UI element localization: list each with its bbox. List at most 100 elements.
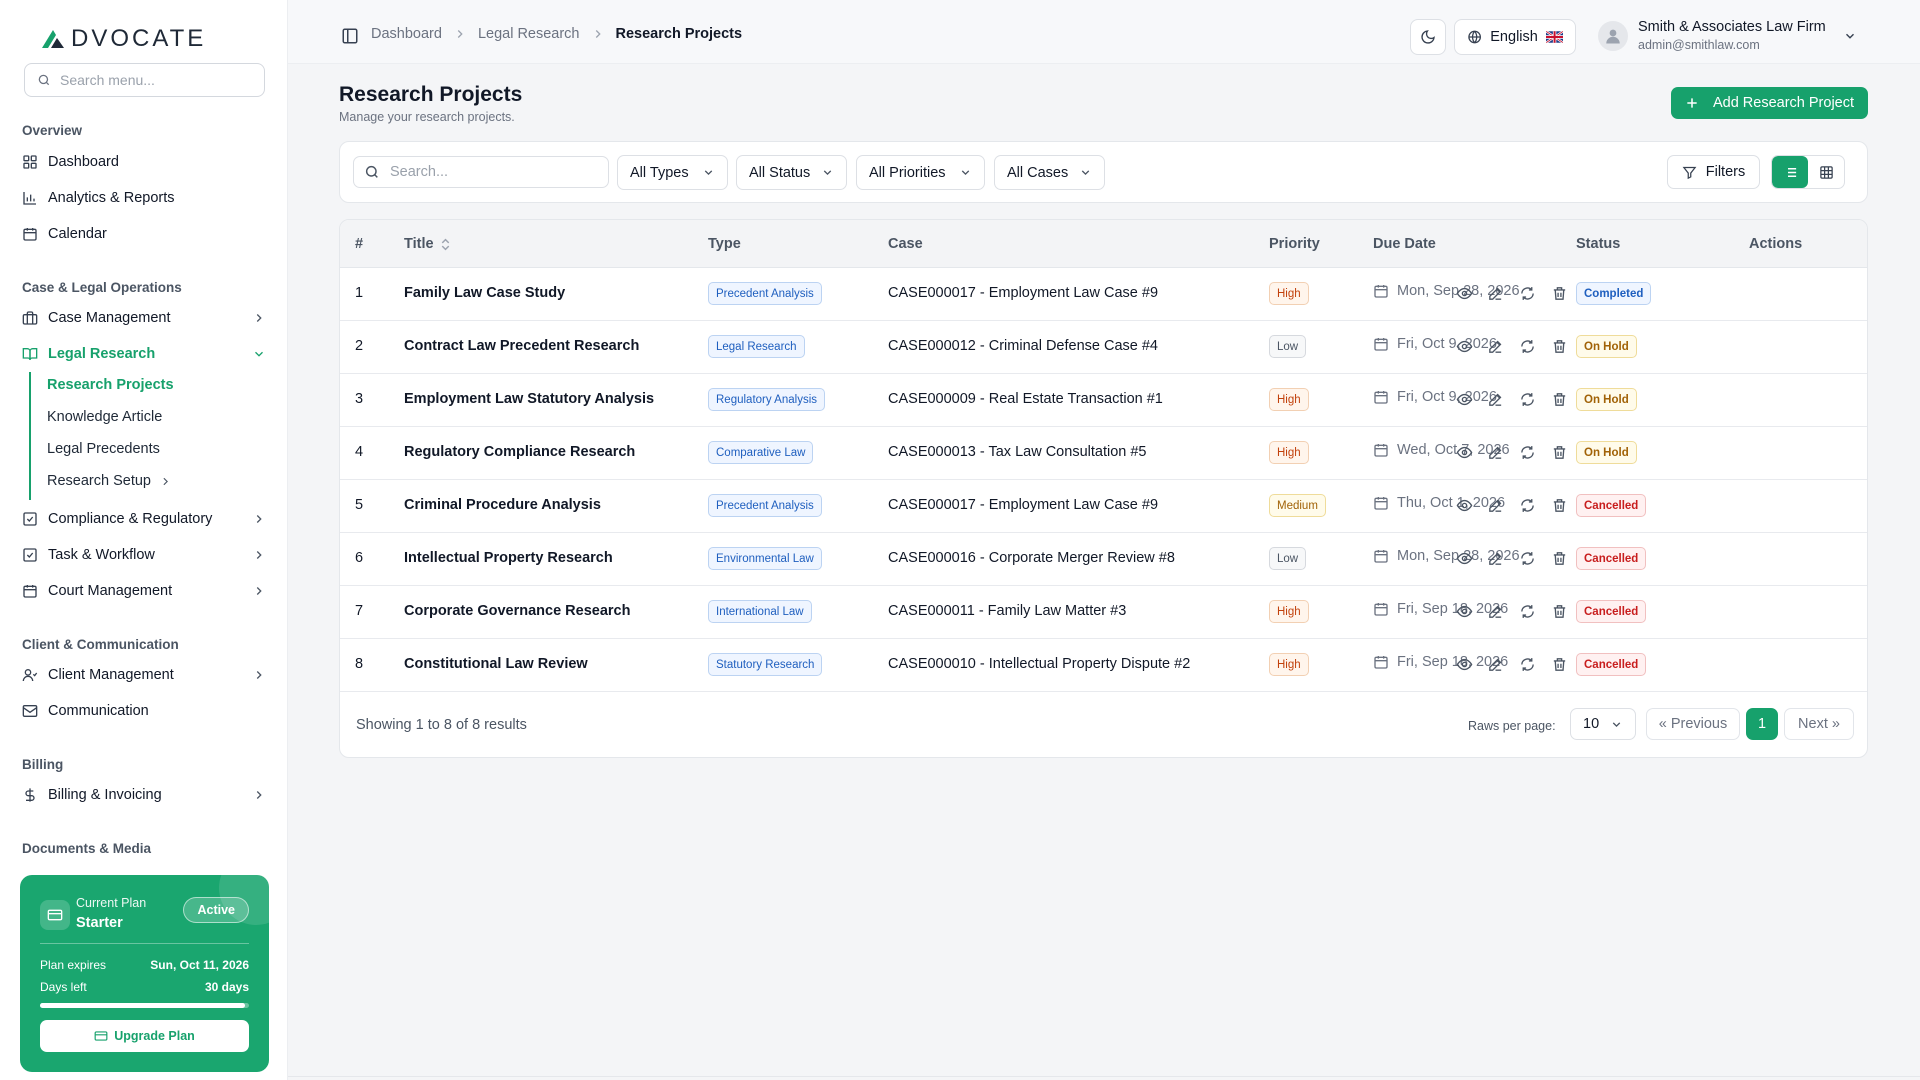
refresh-icon[interactable]: [1519, 497, 1536, 514]
user-firm-name[interactable]: Smith & Associates Law Firm: [1638, 19, 1826, 35]
project-title[interactable]: Family Law Case Study: [404, 285, 565, 301]
next-page-button[interactable]: Next »: [1784, 708, 1854, 740]
column-header-title[interactable]: Title: [404, 236, 451, 252]
filters-button[interactable]: Filters: [1667, 155, 1760, 189]
add-research-project-button[interactable]: Add Research Project: [1671, 87, 1868, 119]
refresh-icon[interactable]: [1519, 603, 1536, 620]
project-title[interactable]: Constitutional Law Review: [404, 656, 588, 672]
trash-icon[interactable]: [1551, 444, 1568, 461]
sidebar-search-input[interactable]: Search menu...: [24, 63, 265, 97]
eye-icon[interactable]: [1456, 603, 1473, 620]
breadcrumb-dashboard[interactable]: Dashboard: [371, 26, 442, 42]
refresh-icon[interactable]: [1519, 444, 1536, 461]
page-1-button[interactable]: 1: [1746, 708, 1778, 740]
plan-divider: [40, 943, 249, 944]
sidebar-toggle-icon[interactable]: [341, 27, 359, 45]
case-filter-select[interactable]: All Cases: [994, 155, 1105, 190]
status-badge: Cancelled: [1576, 547, 1647, 570]
trash-icon[interactable]: [1551, 285, 1568, 302]
eye-icon[interactable]: [1456, 550, 1473, 567]
sidebar-item-compliance[interactable]: Compliance & Regulatory: [22, 505, 268, 533]
sidebar-subitem-research-projects[interactable]: Research Projects: [47, 377, 174, 393]
project-title[interactable]: Corporate Governance Research: [404, 603, 630, 619]
refresh-icon[interactable]: [1519, 550, 1536, 567]
trash-icon[interactable]: [1551, 338, 1568, 355]
trash-icon[interactable]: [1551, 550, 1568, 567]
edit-icon[interactable]: [1487, 444, 1504, 461]
edit-icon[interactable]: [1487, 497, 1504, 514]
theme-toggle-button[interactable]: [1410, 19, 1446, 55]
sidebar-subitem-legal-precedents[interactable]: Legal Precedents: [47, 441, 160, 457]
list-view-button[interactable]: [1772, 156, 1808, 188]
briefcase-icon: [22, 311, 38, 325]
eye-icon[interactable]: [1456, 444, 1473, 461]
refresh-icon[interactable]: [1519, 656, 1536, 673]
section-client-communication: Client & Communication: [22, 637, 179, 652]
eye-icon[interactable]: [1456, 391, 1473, 408]
project-title[interactable]: Intellectual Property Research: [404, 550, 613, 566]
case-link[interactable]: CASE000013 - Tax Law Consultation #5: [888, 444, 1146, 460]
sidebar-item-billing-invoicing[interactable]: Billing & Invoicing: [22, 781, 268, 809]
refresh-icon[interactable]: [1519, 338, 1536, 355]
language-selector[interactable]: English: [1454, 19, 1576, 55]
app-logo[interactable]: DVOCATE: [40, 24, 206, 54]
trash-icon[interactable]: [1551, 497, 1568, 514]
breadcrumb-legal-research[interactable]: Legal Research: [478, 26, 580, 42]
case-link[interactable]: CASE000016 - Corporate Merger Review #8: [888, 550, 1175, 566]
trash-icon[interactable]: [1551, 603, 1568, 620]
project-title[interactable]: Regulatory Compliance Research: [404, 444, 635, 460]
trash-icon[interactable]: [1551, 391, 1568, 408]
sidebar-item-case-management[interactable]: Case Management: [22, 304, 268, 332]
case-link[interactable]: CASE000012 - Criminal Defense Case #4: [888, 338, 1158, 354]
project-title[interactable]: Employment Law Statutory Analysis: [404, 391, 654, 407]
sidebar-item-client-management[interactable]: Client Management: [22, 661, 268, 689]
moon-icon: [1421, 30, 1435, 44]
sidebar-item-legal-research[interactable]: Legal Research: [22, 340, 268, 368]
sidebar-item-dashboard[interactable]: Dashboard: [22, 148, 268, 176]
priority-filter-select[interactable]: All Priorities: [856, 155, 985, 190]
type-filter-select[interactable]: All Types: [617, 155, 728, 190]
sidebar-item-analytics[interactable]: Analytics & Reports: [22, 184, 268, 212]
upgrade-plan-button[interactable]: Upgrade Plan: [40, 1020, 249, 1052]
edit-icon[interactable]: [1487, 656, 1504, 673]
previous-page-button[interactable]: « Previous: [1646, 708, 1740, 740]
chevron-right-icon: [256, 515, 262, 523]
eye-icon[interactable]: [1456, 497, 1473, 514]
refresh-icon[interactable]: [1519, 285, 1536, 302]
case-link[interactable]: CASE000009 - Real Estate Transaction #1: [888, 391, 1163, 407]
grid-view-button[interactable]: [1808, 156, 1844, 188]
edit-icon[interactable]: [1487, 550, 1504, 567]
sidebar-item-communication[interactable]: Communication: [22, 697, 268, 725]
project-title[interactable]: Contract Law Precedent Research: [404, 338, 639, 354]
avatar[interactable]: [1598, 21, 1628, 51]
sidebar-item-label: Task & Workflow: [48, 547, 155, 563]
sidebar-item-calendar[interactable]: Calendar: [22, 220, 268, 248]
search-input[interactable]: Search...: [353, 156, 609, 188]
column-header-actions: Actions: [1749, 236, 1803, 252]
chevron-down-icon[interactable]: [1843, 29, 1857, 43]
case-link[interactable]: CASE000017 - Employment Law Case #9: [888, 497, 1158, 513]
eye-icon[interactable]: [1456, 656, 1473, 673]
refresh-icon[interactable]: [1519, 391, 1536, 408]
case-link[interactable]: CASE000017 - Employment Law Case #9: [888, 285, 1158, 301]
sidebar-item-task-workflow[interactable]: Task & Workflow: [22, 541, 268, 569]
eye-icon[interactable]: [1456, 285, 1473, 302]
edit-icon[interactable]: [1487, 391, 1504, 408]
calendar-icon: [1374, 603, 1388, 616]
section-billing: Billing: [22, 757, 64, 772]
rows-per-page-select[interactable]: 10: [1570, 708, 1636, 740]
edit-icon[interactable]: [1487, 338, 1504, 355]
case-link[interactable]: CASE000010 - Intellectual Property Dispu…: [888, 656, 1190, 672]
edit-icon[interactable]: [1487, 285, 1504, 302]
sidebar-subitem-knowledge-article[interactable]: Knowledge Article: [47, 409, 162, 425]
user-avatar-icon: [1606, 29, 1620, 44]
sidebar-item-court-management[interactable]: Court Management: [22, 577, 268, 605]
status-filter-select[interactable]: All Status: [736, 155, 847, 190]
eye-icon[interactable]: [1456, 338, 1473, 355]
edit-icon[interactable]: [1487, 603, 1504, 620]
case-link[interactable]: CASE000011 - Family Law Matter #3: [888, 603, 1126, 619]
trash-icon[interactable]: [1551, 656, 1568, 673]
chevron-down-icon: [704, 170, 713, 176]
sidebar-subitem-research-setup[interactable]: Research Setup: [47, 473, 172, 489]
project-title[interactable]: Criminal Procedure Analysis: [404, 497, 601, 513]
